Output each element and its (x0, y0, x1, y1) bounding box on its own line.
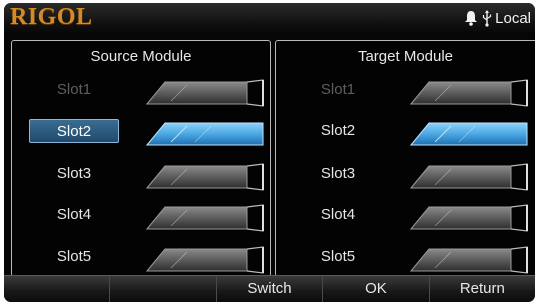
return-button[interactable]: Return (428, 276, 535, 302)
target-slot-2-label[interactable]: Slot2 (293, 119, 383, 143)
local-mode-indicator: Local (495, 9, 531, 27)
brand-logo: RIGOL (10, 4, 93, 30)
source-slot-2-label[interactable]: Slot2 (29, 119, 119, 143)
target-slot-1-label[interactable]: Slot1 (293, 78, 383, 102)
target-slot-4-label[interactable]: Slot4 (293, 203, 383, 227)
usb-icon (482, 9, 492, 27)
title-bar: RIGOL Local (4, 3, 535, 33)
instrument-screen: RIGOL Local Source Module Slot1 Slot2 Sl… (4, 3, 535, 302)
target-slot-3[interactable]: Slot3 (276, 154, 535, 194)
target-slot-5-module[interactable] (401, 237, 529, 277)
target-slot-5[interactable]: Slot5 (276, 237, 535, 277)
target-slot-3-module[interactable] (401, 154, 529, 194)
switch-button[interactable]: Switch (215, 276, 322, 302)
source-slot-1-module[interactable] (137, 70, 265, 110)
source-slot-3-label[interactable]: Slot3 (29, 162, 119, 186)
source-slot-5[interactable]: Slot5 (12, 237, 270, 277)
softkey-bar: Switch OK Return (4, 275, 535, 302)
source-slot-4-module[interactable] (137, 195, 265, 235)
source-slot-3[interactable]: Slot3 (12, 154, 270, 194)
target-module-title: Target Module (357, 48, 454, 65)
source-slot-4[interactable]: Slot4 (12, 195, 270, 235)
target-module-panel: Target Module Slot1 Slot2 Slot3 Slot4 Sl… (275, 40, 535, 277)
bell-icon (464, 10, 478, 26)
target-slot-5-label[interactable]: Slot5 (293, 245, 383, 269)
target-slot-4-module[interactable] (401, 195, 529, 235)
source-slot-3-module[interactable] (137, 154, 265, 194)
target-slot-4[interactable]: Slot4 (276, 195, 535, 235)
softkey-2[interactable] (109, 276, 215, 302)
source-slot-1-label[interactable]: Slot1 (29, 78, 119, 102)
target-slot-2[interactable]: Slot2 (276, 111, 535, 151)
target-slot-1[interactable]: Slot1 (276, 70, 535, 110)
softkey-1[interactable] (4, 276, 109, 302)
source-module-panel: Source Module Slot1 Slot2 Slot3 Slot4 Sl… (11, 40, 271, 277)
target-slot-2-module[interactable] (401, 111, 529, 151)
status-area: Local (464, 8, 531, 28)
ok-button[interactable]: OK (322, 276, 428, 302)
target-slot-1-module[interactable] (401, 70, 529, 110)
source-slot-4-label[interactable]: Slot4 (29, 203, 119, 227)
source-slot-2-module[interactable] (137, 111, 265, 151)
source-slot-5-module[interactable] (137, 237, 265, 277)
source-slot-1[interactable]: Slot1 (12, 70, 270, 110)
source-slot-2[interactable]: Slot2 (12, 111, 270, 151)
source-slot-5-label[interactable]: Slot5 (29, 245, 119, 269)
target-slot-3-label[interactable]: Slot3 (293, 162, 383, 186)
source-module-title: Source Module (90, 48, 192, 65)
